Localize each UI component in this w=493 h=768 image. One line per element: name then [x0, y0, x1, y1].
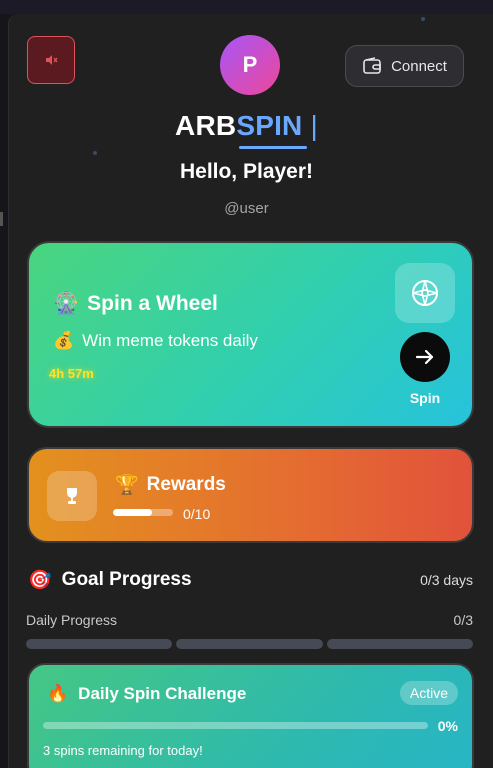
fire-icon: 🔥	[47, 684, 69, 703]
spin-card-subtitle-text: Win meme tokens daily	[82, 331, 258, 350]
goal-progress-title: Goal Progress	[61, 569, 192, 590]
arrow-right-icon	[415, 349, 434, 365]
challenge-title-text: Daily Spin Challenge	[78, 684, 247, 703]
spin-card-subtitle: 💰 Win meme tokens daily	[53, 331, 258, 351]
mute-button[interactable]	[27, 36, 75, 84]
avatar[interactable]: P	[220, 35, 280, 95]
rewards-progress-bar	[113, 509, 173, 516]
wallet-icon	[363, 57, 381, 74]
greeting: Hello, Player!	[179, 160, 314, 183]
window-top-strip	[0, 0, 493, 14]
background-dot	[421, 17, 425, 21]
money-bag-icon: 💰	[53, 331, 75, 350]
challenge-title: 🔥 Daily Spin Challenge	[47, 684, 246, 704]
avatar-initial: P	[242, 52, 258, 77]
globe-badge	[395, 263, 455, 323]
spin-card-title: 🎡 Spin a Wheel	[53, 292, 218, 316]
brand-title: ARBSPIN |	[0, 110, 493, 142]
brand-part-arb: ARB	[175, 110, 237, 141]
rewards-count: 0/10	[183, 506, 211, 522]
spin-card-title-text: Spin a Wheel	[87, 292, 218, 315]
rewards-title-text: Rewards	[146, 474, 226, 495]
brand-underline	[239, 146, 307, 149]
daily-progress-count: 0/3	[453, 612, 473, 628]
spin-wheel-card[interactable]: 🎡 Spin a Wheel 💰 Win meme tokens daily 4…	[27, 241, 474, 428]
target-icon: 🎯	[28, 570, 52, 591]
background-dot	[93, 151, 97, 155]
trophy-badge	[47, 471, 97, 521]
rewards-progress-fill	[113, 509, 152, 516]
daily-progress-segments	[26, 639, 473, 649]
daily-spin-challenge-card[interactable]: 🔥 Daily Spin Challenge Active 0% 3 spins…	[27, 663, 474, 768]
goal-days: 0/3 days	[420, 572, 473, 588]
challenge-percent: 0%	[437, 718, 458, 734]
daily-progress-label: Daily Progress	[26, 612, 118, 628]
username: @user	[224, 200, 269, 217]
spin-button-label[interactable]: Spin	[395, 390, 455, 406]
rewards-title: 🏆 Rewards	[115, 473, 226, 497]
goal-progress-heading: 🎯 Goal Progress	[28, 568, 192, 592]
status-badge: Active	[399, 681, 458, 705]
speaker-muted-icon	[46, 55, 58, 65]
progress-segment	[26, 639, 173, 649]
trophy-icon	[67, 488, 77, 504]
rewards-card[interactable]: 🏆 Rewards 0/10	[27, 447, 474, 543]
challenge-remaining: 3 spins remaining for today!	[43, 743, 203, 758]
brand-cursor: |	[310, 110, 318, 141]
challenge-progress-bar	[43, 722, 428, 729]
progress-segment	[176, 639, 323, 649]
connect-wallet-button[interactable]: Connect	[345, 45, 464, 87]
ferris-wheel-icon: 🎡	[53, 292, 80, 315]
spin-arrow-button[interactable]	[400, 332, 450, 382]
globe-icon	[412, 280, 438, 306]
trophy-emoji-icon: 🏆	[115, 475, 139, 496]
progress-segment	[326, 639, 473, 649]
spin-timer: 4h 57m	[49, 366, 94, 381]
connect-label: Connect	[391, 57, 447, 75]
brand-part-spin: SPIN	[236, 110, 303, 141]
